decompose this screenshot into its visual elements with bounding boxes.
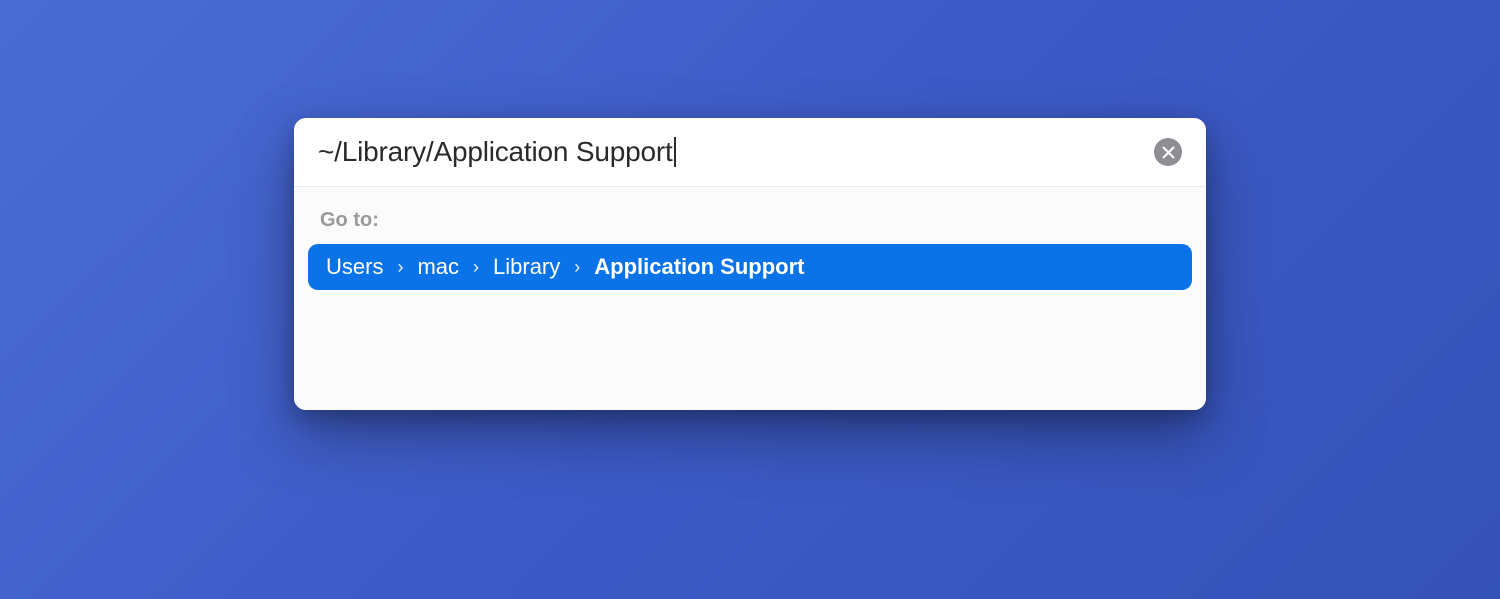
breadcrumb-segment: Library: [493, 254, 560, 280]
go-to-label: Go to:: [308, 209, 1192, 232]
breadcrumb-segment: mac: [417, 254, 459, 280]
text-cursor: [674, 137, 676, 167]
chevron-right-icon: ›: [397, 257, 403, 278]
close-icon: [1162, 146, 1175, 159]
search-row: ~/Library/Application Support: [294, 118, 1206, 187]
clear-button[interactable]: [1154, 138, 1182, 166]
path-input-text: ~/Library/Application Support: [318, 136, 673, 168]
chevron-right-icon: ›: [473, 257, 479, 278]
breadcrumb-segment: Users: [326, 254, 383, 280]
result-row-selected[interactable]: Users › mac › Library › Application Supp…: [308, 244, 1192, 290]
path-input[interactable]: ~/Library/Application Support: [318, 136, 1142, 168]
go-to-folder-dialog: ~/Library/Application Support Go to: Use…: [294, 118, 1206, 410]
breadcrumb-segment-current: Application Support: [594, 254, 804, 280]
chevron-right-icon: ›: [574, 257, 580, 278]
results-area: Go to: Users › mac › Library › Applicati…: [294, 187, 1206, 410]
